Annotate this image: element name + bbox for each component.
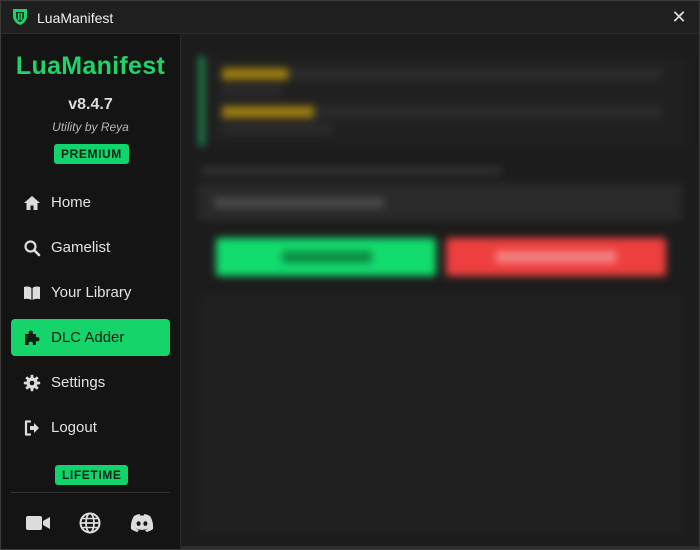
title-bar[interactable]: LuaManifest ✕ xyxy=(1,1,699,34)
sidebar-item-home[interactable]: Home xyxy=(11,184,170,221)
puzzle-icon xyxy=(25,330,40,345)
app-window: LuaManifest ✕ LuaManifest v8.4.7 Utility… xyxy=(0,0,700,550)
sidebar-item-label: Your Library xyxy=(51,284,132,301)
book-icon xyxy=(24,286,40,300)
info-line xyxy=(222,68,662,80)
sidebar-item-library[interactable]: Your Library xyxy=(11,274,170,311)
info-line xyxy=(222,124,332,134)
sidebar: LuaManifest v8.4.7 Utility by Reya PREMI… xyxy=(1,34,181,549)
info-box xyxy=(199,56,688,146)
button-label xyxy=(496,251,616,263)
appid-input[interactable] xyxy=(199,184,681,220)
info-key xyxy=(222,106,314,118)
home-icon xyxy=(24,196,40,210)
brand-title: LuaManifest xyxy=(15,52,166,80)
logout-icon xyxy=(24,420,39,436)
globe-icon[interactable] xyxy=(77,512,103,534)
lifetime-badge: LIFETIME xyxy=(55,465,129,485)
info-line xyxy=(222,86,282,96)
sidebar-item-label: Home xyxy=(51,194,92,211)
gear-icon xyxy=(23,374,41,392)
button-label xyxy=(282,251,372,263)
discord-icon[interactable] xyxy=(129,512,155,534)
version-label: v8.4.7 xyxy=(68,96,113,113)
remove-dlcs-button[interactable] xyxy=(446,238,666,276)
sidebar-item-label: DLC Adder xyxy=(51,329,125,346)
search-icon xyxy=(24,240,41,257)
sidebar-item-logout[interactable]: Logout xyxy=(11,409,170,446)
premium-badge: PREMIUM xyxy=(54,144,129,164)
video-icon[interactable] xyxy=(25,512,51,534)
sidebar-divider xyxy=(11,492,170,493)
sidebar-item-label: Gamelist xyxy=(51,239,111,256)
field-label xyxy=(201,166,501,176)
add-dlcs-button[interactable] xyxy=(216,238,436,276)
sidebar-item-dlc-adder[interactable]: DLC Adder xyxy=(11,319,170,356)
sidebar-item-gamelist[interactable]: Gamelist xyxy=(11,229,170,266)
sidebar-item-label: Logout xyxy=(51,419,97,436)
window-title: LuaManifest xyxy=(37,10,114,26)
main-scroll-edge xyxy=(181,546,699,549)
blurred-content xyxy=(181,34,699,549)
results-panel xyxy=(199,294,683,534)
info-key xyxy=(222,68,288,80)
main-panel xyxy=(181,34,699,549)
input-placeholder xyxy=(214,198,384,208)
tagline: Utility by Reya xyxy=(52,120,129,134)
sidebar-item-label: Settings xyxy=(51,374,106,391)
sidebar-item-settings[interactable]: Settings xyxy=(11,364,170,401)
close-icon[interactable]: ✕ xyxy=(667,5,691,29)
app-logo-icon xyxy=(13,9,27,25)
